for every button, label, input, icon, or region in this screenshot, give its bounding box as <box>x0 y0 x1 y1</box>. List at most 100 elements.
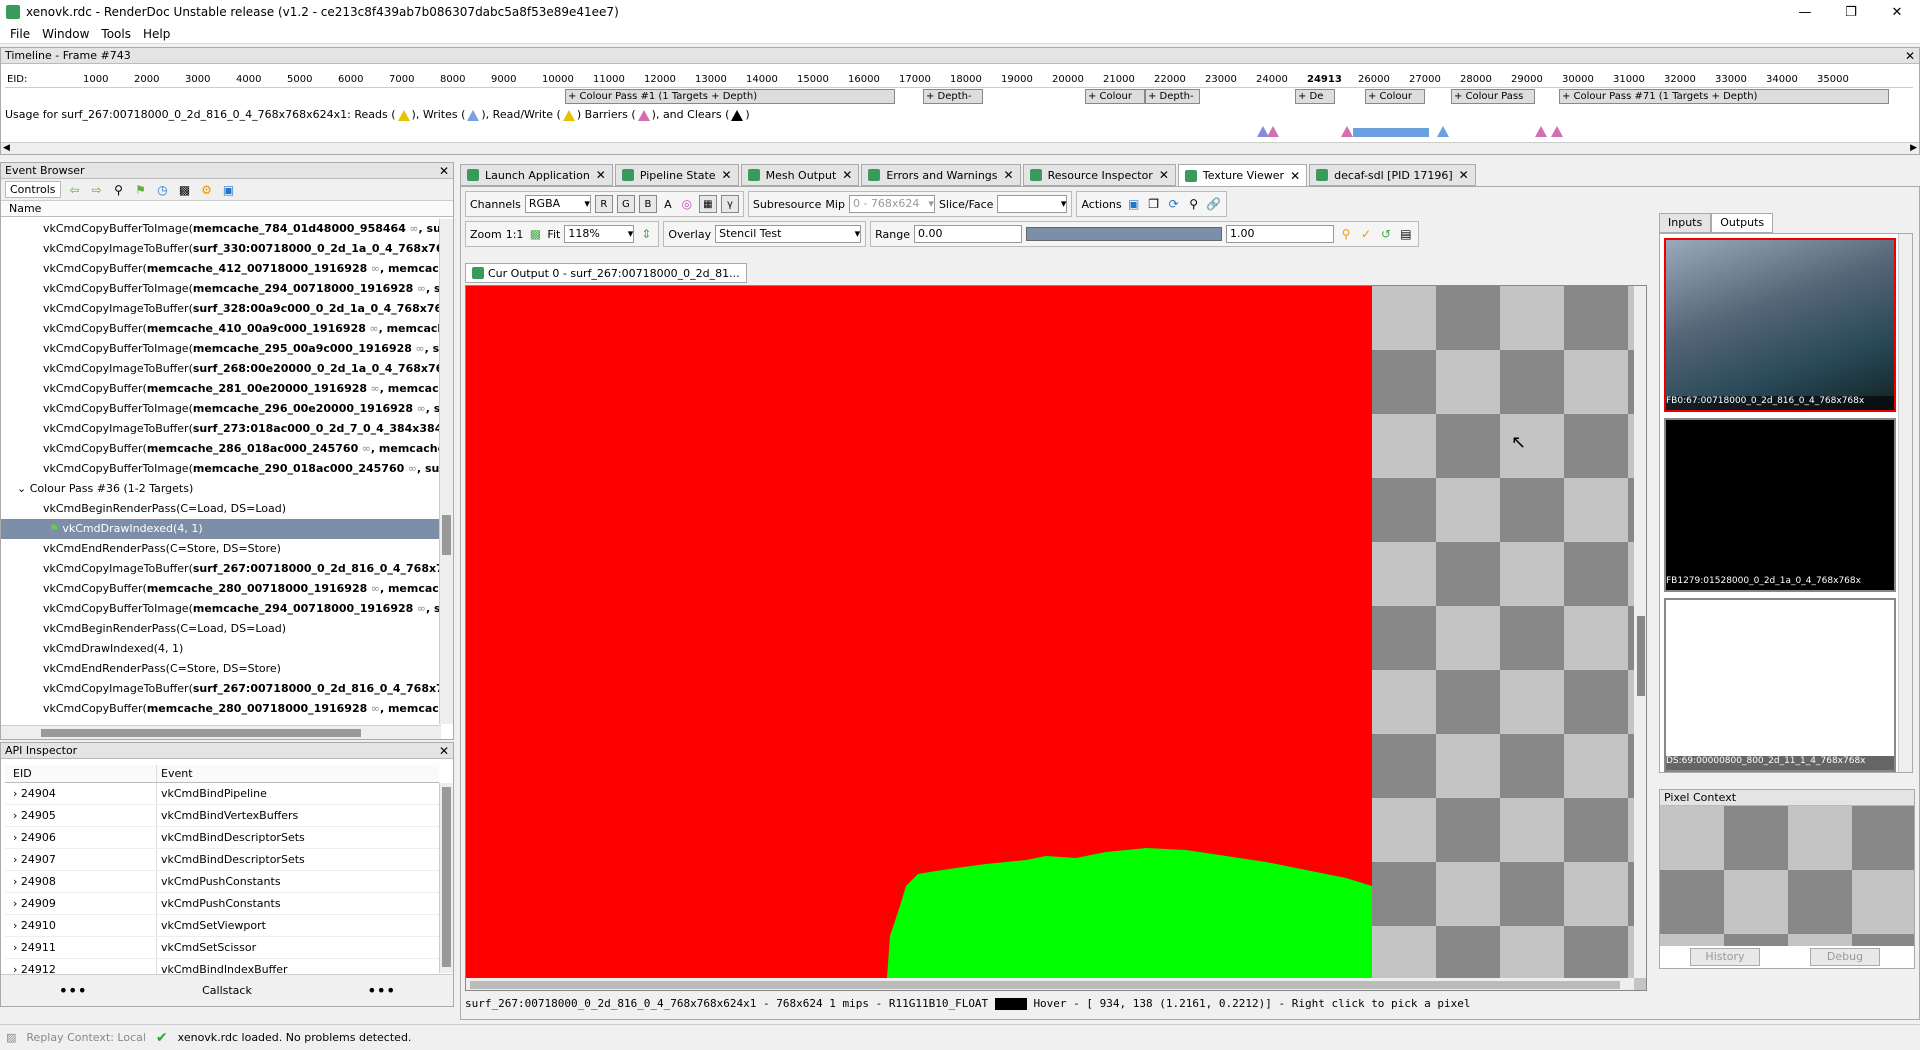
channel-b-toggle[interactable]: B <box>638 195 657 213</box>
close-icon[interactable]: ✕ <box>722 168 732 182</box>
name-column-header[interactable]: Name <box>1 201 453 217</box>
next-arrow-icon[interactable]: ⇨ <box>89 182 105 198</box>
event-resource[interactable]: , memcach <box>380 262 439 275</box>
event-row[interactable]: vkCmdCopyImageToBuffer(surf_273:018ac000… <box>1 419 439 439</box>
gear-icon[interactable]: ⚙ <box>199 182 215 198</box>
event-resource[interactable]: memcache_286_018ac000_245760 <box>147 442 358 455</box>
event-column-header[interactable]: Event <box>157 765 193 782</box>
range-histogram-slider[interactable] <box>1025 227 1222 241</box>
event-row[interactable]: vkCmdCopyBufferToImage(memcache_294_0071… <box>1 599 439 619</box>
scroll-thumb[interactable] <box>442 787 451 967</box>
goto-location-icon[interactable]: ⟳ <box>1166 196 1182 212</box>
event-row[interactable]: vkCmdCopyImageToBuffer(surf_268:00e20000… <box>1 359 439 379</box>
gamma-toggle[interactable]: γ <box>720 195 739 213</box>
tab-mesh-output[interactable]: Mesh Output ✕ <box>740 164 860 186</box>
menu-tools[interactable]: Tools <box>95 27 137 41</box>
event-resource[interactable]: surf_267:00718000_0_2d_816_0_4_768x768 <box>193 562 439 575</box>
link-icon[interactable]: ∞ <box>367 262 380 275</box>
timeline-pass[interactable]: + Colour Pass <box>1451 89 1535 104</box>
event-row[interactable]: vkCmdCopyImageToBuffer(surf_328:00a9c000… <box>1 299 439 319</box>
bookmark-flag-icon[interactable]: ⚑ <box>133 182 149 198</box>
menu-file[interactable]: File <box>4 27 36 41</box>
texture-canvas[interactable]: ↖ <box>465 285 1647 991</box>
close-icon[interactable]: ✕ <box>1459 168 1469 182</box>
event-resource[interactable]: memcache_410_00a9c000_1916928 <box>147 322 366 335</box>
event-resource[interactable]: memcache_294_00718000_1916928 <box>193 602 413 615</box>
output-thumbnail-1[interactable]: FB1279:01528000_0_2d_1a_0_4_768x768x <box>1664 418 1896 592</box>
reset-range-icon[interactable]: ↺ <box>1378 226 1394 242</box>
event-resource[interactable]: surf_267:00718000_0_2d_816_0_4_768x768 <box>193 682 439 695</box>
link-icon[interactable]: ∞ <box>358 442 371 455</box>
save-icon[interactable]: ▣ <box>221 182 237 198</box>
dots-icon[interactable]: ••• <box>59 981 87 1000</box>
zoom-range-icon[interactable]: ⚲ <box>1338 226 1354 242</box>
viewer-hscrollbar[interactable] <box>466 978 1634 990</box>
event-row[interactable]: vkCmdCopyBufferToImage(memcache_784_01d4… <box>1 219 439 239</box>
channel-r-toggle[interactable]: R <box>594 195 613 213</box>
api-row[interactable]: › 24909 vkCmdPushConstants <box>5 893 439 915</box>
scroll-right-icon[interactable]: ▶ <box>1910 143 1917 154</box>
api-row[interactable]: › 24910 vkCmdSetViewport <box>5 915 439 937</box>
tab-resource-inspector[interactable]: Resource Inspector ✕ <box>1022 164 1176 186</box>
checkerboard-icon[interactable]: ▦ <box>698 195 717 213</box>
tab-decaf-sdl[interactable]: decaf-sdl [PID 17196] ✕ <box>1309 164 1476 186</box>
close-icon[interactable]: ✕ <box>439 744 449 758</box>
link-icon[interactable]: ∞ <box>404 462 417 475</box>
event-resource[interactable]: memcache_290_018ac000_245760 <box>193 462 404 475</box>
expand-arrow-icon[interactable]: › <box>13 919 21 932</box>
event-resource[interactable]: , su <box>426 282 439 295</box>
auto-fit-icon[interactable]: ✓ <box>1358 226 1374 242</box>
event-resource[interactable]: memcache_281_00e20000_1916928 <box>147 382 367 395</box>
timeline-pass[interactable]: + Depth- <box>1145 89 1200 104</box>
chevron-down-icon[interactable]: ⌄ <box>17 482 30 495</box>
close-icon[interactable]: ✕ <box>1290 169 1300 183</box>
thumbnail-scrollbar[interactable] <box>1898 234 1912 772</box>
expand-arrow-icon[interactable]: › <box>13 809 21 822</box>
output-thumbnail-2[interactable]: DS:69:00000800_800_2d_11_1_4_768x768x <box>1664 598 1896 772</box>
link-icon[interactable]: ∞ <box>412 342 424 355</box>
link-icon[interactable]: ∞ <box>406 222 418 235</box>
event-row[interactable]: vkCmdEndRenderPass(C=Store, DS=Store) <box>1 539 439 559</box>
link-icon[interactable]: ∞ <box>367 582 380 595</box>
timeline-pass[interactable]: + Colour <box>1365 89 1425 104</box>
pixel-context-view[interactable] <box>1660 806 1914 946</box>
channel-g-toggle[interactable]: G <box>616 195 635 213</box>
event-row[interactable]: vkCmdCopyImageToBuffer(surf_267:00718000… <box>1 679 439 699</box>
callstack-bar[interactable]: ••• Callstack ••• <box>1 974 453 1006</box>
event-resource[interactable]: , memcache <box>379 322 439 335</box>
zoom-select[interactable]: 118% ▾ <box>564 225 635 243</box>
api-scrollbar[interactable] <box>439 783 453 973</box>
expand-arrow-icon[interactable]: › <box>13 787 21 800</box>
scroll-thumb[interactable] <box>1637 616 1645 696</box>
event-row[interactable]: vkCmdCopyBuffer(memcache_280_00718000_19… <box>1 579 439 599</box>
event-resource[interactable]: memcache_294_00718000_1916928 <box>193 282 413 295</box>
event-row[interactable]: vkCmdBeginRenderPass(C=Load, DS=Load) <box>1 499 439 519</box>
timeline-pass[interactable]: + Depth- <box>923 89 983 104</box>
output-thumbnail-0[interactable]: FB0:67:00718000_0_2d_816_0_4_768x768x <box>1664 238 1896 412</box>
flip-vertical-icon[interactable]: ⇕ <box>638 226 654 242</box>
close-icon[interactable]: ✕ <box>1905 49 1915 63</box>
timeline-pass[interactable]: + Colour Pass #1 (1 Targets + Depth) <box>565 89 895 104</box>
event-resource[interactable]: , memcach <box>380 702 439 715</box>
link-icon[interactable]: ∞ <box>367 702 380 715</box>
event-resource[interactable]: memcache_295_00a9c000_1916928 <box>193 342 412 355</box>
tab-texture-viewer[interactable]: Texture Viewer ✕ <box>1177 164 1308 186</box>
event-row[interactable]: vkCmdCopyBuffer(memcache_280_00718000_19… <box>1 699 439 719</box>
minimize-icon[interactable]: — <box>1782 0 1828 24</box>
event-resource[interactable]: , su <box>426 602 439 615</box>
expand-arrow-icon[interactable]: › <box>13 897 21 910</box>
timeline-passes[interactable]: + Colour Pass #1 (1 Targets + Depth) + D… <box>5 89 1913 105</box>
previous-arrow-icon[interactable]: ⇦ <box>67 182 83 198</box>
expand-arrow-icon[interactable]: › <box>13 941 21 954</box>
output-tab[interactable]: Cur Output 0 - surf_267:00718000_0_2d_81… <box>465 263 747 283</box>
link-icon[interactable]: ∞ <box>413 282 426 295</box>
event-resource[interactable]: surf_328:00a9c000_0_2d_1a_0_4_768x768x <box>193 302 439 315</box>
scroll-left-icon[interactable]: ◀ <box>3 143 10 154</box>
fit-button[interactable]: Fit <box>547 228 560 241</box>
api-row[interactable]: › 24907 vkCmdBindDescriptorSets <box>5 849 439 871</box>
tab-errors-and-warnings[interactable]: Errors and Warnings ✕ <box>861 164 1021 186</box>
close-icon[interactable]: ✕ <box>596 168 606 182</box>
event-resource[interactable]: memcache_784_01d48000_958464 <box>193 222 406 235</box>
tab-outputs[interactable]: Outputs <box>1711 213 1774 233</box>
open-texture-list-icon[interactable]: ❐ <box>1146 196 1162 212</box>
